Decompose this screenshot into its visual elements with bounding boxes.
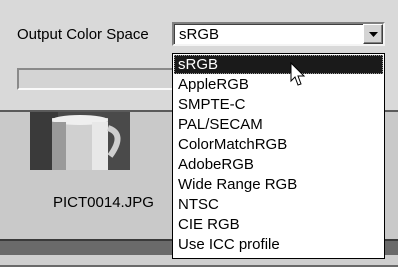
color-space-dropdown-list[interactable]: sRGB AppleRGB SMPTE-C PAL/SECAM ColorMat…	[172, 53, 385, 259]
option-use-icc-profile[interactable]: Use ICC profile	[174, 235, 383, 254]
photo-thumbnail[interactable]	[30, 112, 130, 170]
combo-selected-value: sRGB	[179, 26, 220, 43]
option-colormatchrgb[interactable]: ColorMatchRGB	[174, 135, 383, 154]
option-cie-rgb[interactable]: CIE RGB	[174, 215, 383, 234]
option-applergb[interactable]: AppleRGB	[174, 75, 383, 94]
option-pal-secam[interactable]: PAL/SECAM	[174, 115, 383, 134]
option-adobergb[interactable]: AdobeRGB	[174, 155, 383, 174]
option-srgb[interactable]: sRGB	[174, 55, 383, 74]
color-settings-panel: Output Color Space sRGB PICT0014.JPG sRG…	[0, 0, 398, 267]
output-color-space-select[interactable]: sRGB	[172, 22, 385, 46]
option-smpte-c[interactable]: SMPTE-C	[174, 95, 383, 114]
dropdown-button[interactable]	[363, 24, 383, 44]
mouse-pointer-icon	[290, 62, 306, 86]
option-wide-range-rgb[interactable]: Wide Range RGB	[174, 175, 383, 194]
option-ntsc[interactable]: NTSC	[174, 195, 383, 214]
output-color-space-label: Output Color Space	[17, 26, 149, 43]
file-name: PICT0014.JPG	[53, 194, 154, 211]
chevron-down-icon	[369, 32, 378, 37]
progress-bar	[17, 68, 177, 90]
